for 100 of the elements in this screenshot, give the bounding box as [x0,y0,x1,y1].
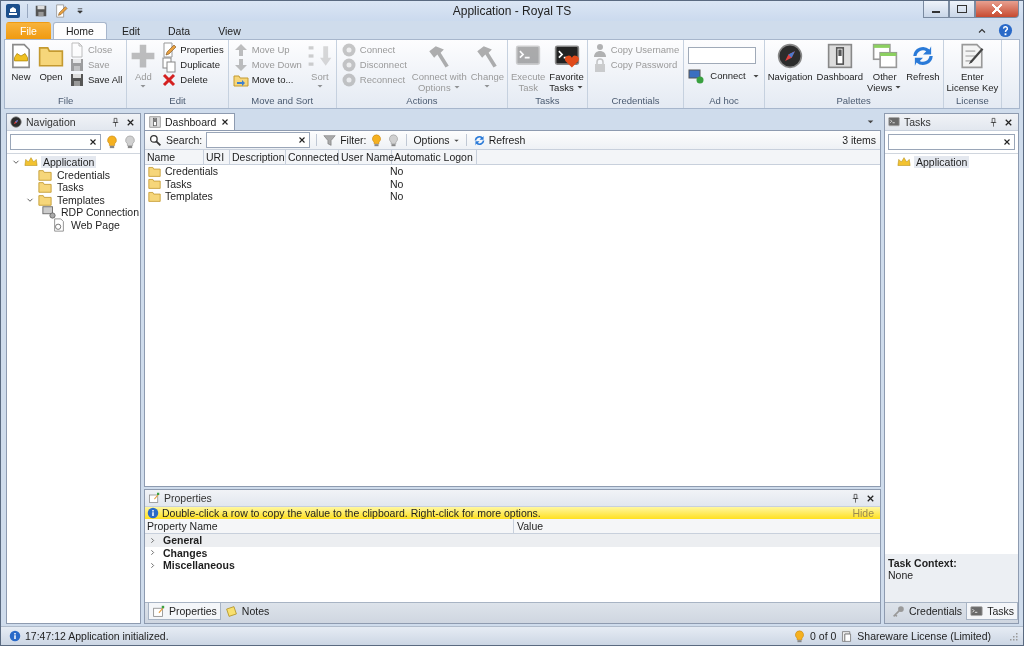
pin-icon [850,492,861,504]
close-icon [1002,137,1012,147]
item-count: 3 items [842,134,876,146]
tree-item[interactable]: Application [41,156,97,169]
column-header[interactable]: URI [204,150,230,164]
compass-icon [777,43,804,69]
ribbon-button[interactable]: Duplicate [159,57,226,72]
document-icon [69,41,85,58]
terminal-icon [888,116,900,128]
group-label: Credentials [610,95,661,108]
lightbulb-icon [105,135,119,149]
plus-icon [130,43,157,69]
ribbon-tab[interactable]: Data [155,22,204,39]
pages-icon [161,56,178,73]
properties-icon [148,492,160,504]
table-cell: No [390,165,404,178]
terminal-heart-icon [553,43,580,69]
close-icon [297,135,308,145]
panel-title: Navigation [26,116,77,128]
window-title: Application - Royal TS [451,4,573,18]
group-label: Ad hoc [708,95,740,108]
tree-item[interactable]: Web Page [69,218,122,231]
minimize-button[interactable] [923,1,949,18]
ribbon-button[interactable]: Refresh [904,42,942,83]
ribbon-button[interactable]: New [6,42,36,83]
panel-tab[interactable]: Properties [148,603,221,620]
search-field[interactable] [888,134,1015,150]
circle-icon [340,41,357,58]
ribbon-button[interactable]: Move to... [230,72,304,87]
close-button[interactable] [975,1,1019,18]
panel-tab[interactable]: Notes [220,603,274,620]
status-message: 17:47:12 Application initialized. [25,630,169,642]
ribbon-button[interactable]: Save All [67,72,125,87]
input-field[interactable] [688,47,757,64]
search-field[interactable] [10,134,101,150]
ribbon-button[interactable]: Dashboard [814,42,866,83]
resize-grip-icon [1007,630,1019,642]
ribbon-button[interactable]: Navigation [765,42,815,83]
group-label: License [955,95,990,108]
group-label: Move and Sort [250,95,315,108]
properties-icon [152,604,165,618]
ribbon-button[interactable]: Enter License Key [944,42,1001,94]
options-button[interactable]: Options [413,134,460,146]
compass-icon [10,116,22,128]
tree-item[interactable]: Templates [55,193,107,206]
lightbulb-icon [370,133,384,147]
close-icon [88,137,98,147]
switch-icon [826,43,853,69]
property-category[interactable]: General [145,534,880,547]
customize-icon [74,5,86,17]
column-header[interactable]: Name [145,150,204,164]
connect-split-button[interactable]: Connect [686,68,762,83]
search-icon [149,133,162,147]
pencil-icon [54,4,68,18]
circle-icon [340,56,357,73]
table-cell: No [390,177,404,190]
tree-item[interactable]: Credentials [55,168,113,181]
ribbon-tab[interactable]: Home [52,22,107,39]
column-header: Property Name [145,519,514,533]
tree-item[interactable]: Application [914,156,970,169]
filter-icon [323,133,337,147]
maximize-button[interactable] [949,1,975,18]
group-label: Tasks [534,95,561,108]
group-label: File [57,95,75,108]
column-header: Value [516,519,544,533]
ribbon-tab[interactable]: Edit [108,22,154,39]
property-category[interactable]: Changes [145,546,880,559]
column-header[interactable]: Description [230,150,286,164]
property-category[interactable]: Miscellaneous [145,559,880,572]
folder-icon [148,177,161,191]
windows-icon [871,43,898,69]
column-header[interactable]: Connected [286,150,339,164]
key-icon [892,604,905,618]
lightbulb-icon [123,135,137,149]
monitor-icon [688,67,705,84]
help-icon [998,23,1013,38]
document-tab[interactable]: Dashboard [144,113,236,130]
tree-item[interactable]: Tasks [55,181,86,194]
column-header[interactable]: Automatic Logon [392,150,477,164]
task-context-value: None [888,569,915,581]
panel-tab[interactable]: Tasks [966,603,1018,620]
ribbon-button[interactable]: Open [36,42,66,83]
ribbon-button[interactable]: Properties [159,42,226,57]
ribbon-button[interactable]: Other Views [865,42,905,94]
terminal-icon [970,604,984,618]
tree-item[interactable]: RDP Connection [59,206,142,219]
note-icon [224,604,238,618]
info-icon [9,630,21,642]
panel-title: Properties [164,492,213,504]
folder-icon [38,180,52,195]
ribbon-tab[interactable]: View [205,22,254,39]
panel-tab[interactable]: Credentials [888,603,967,620]
ribbon-button[interactable]: Favorite Tasks [547,42,586,94]
ribbon-button[interactable]: Delete [159,72,226,87]
sort-icon [306,43,333,69]
refresh-button[interactable]: Refresh [472,133,526,147]
web-page-icon [52,217,66,232]
search-field[interactable] [206,132,311,148]
table-cell: Templates [165,190,213,203]
status-count: 0 of 0 [810,630,837,642]
